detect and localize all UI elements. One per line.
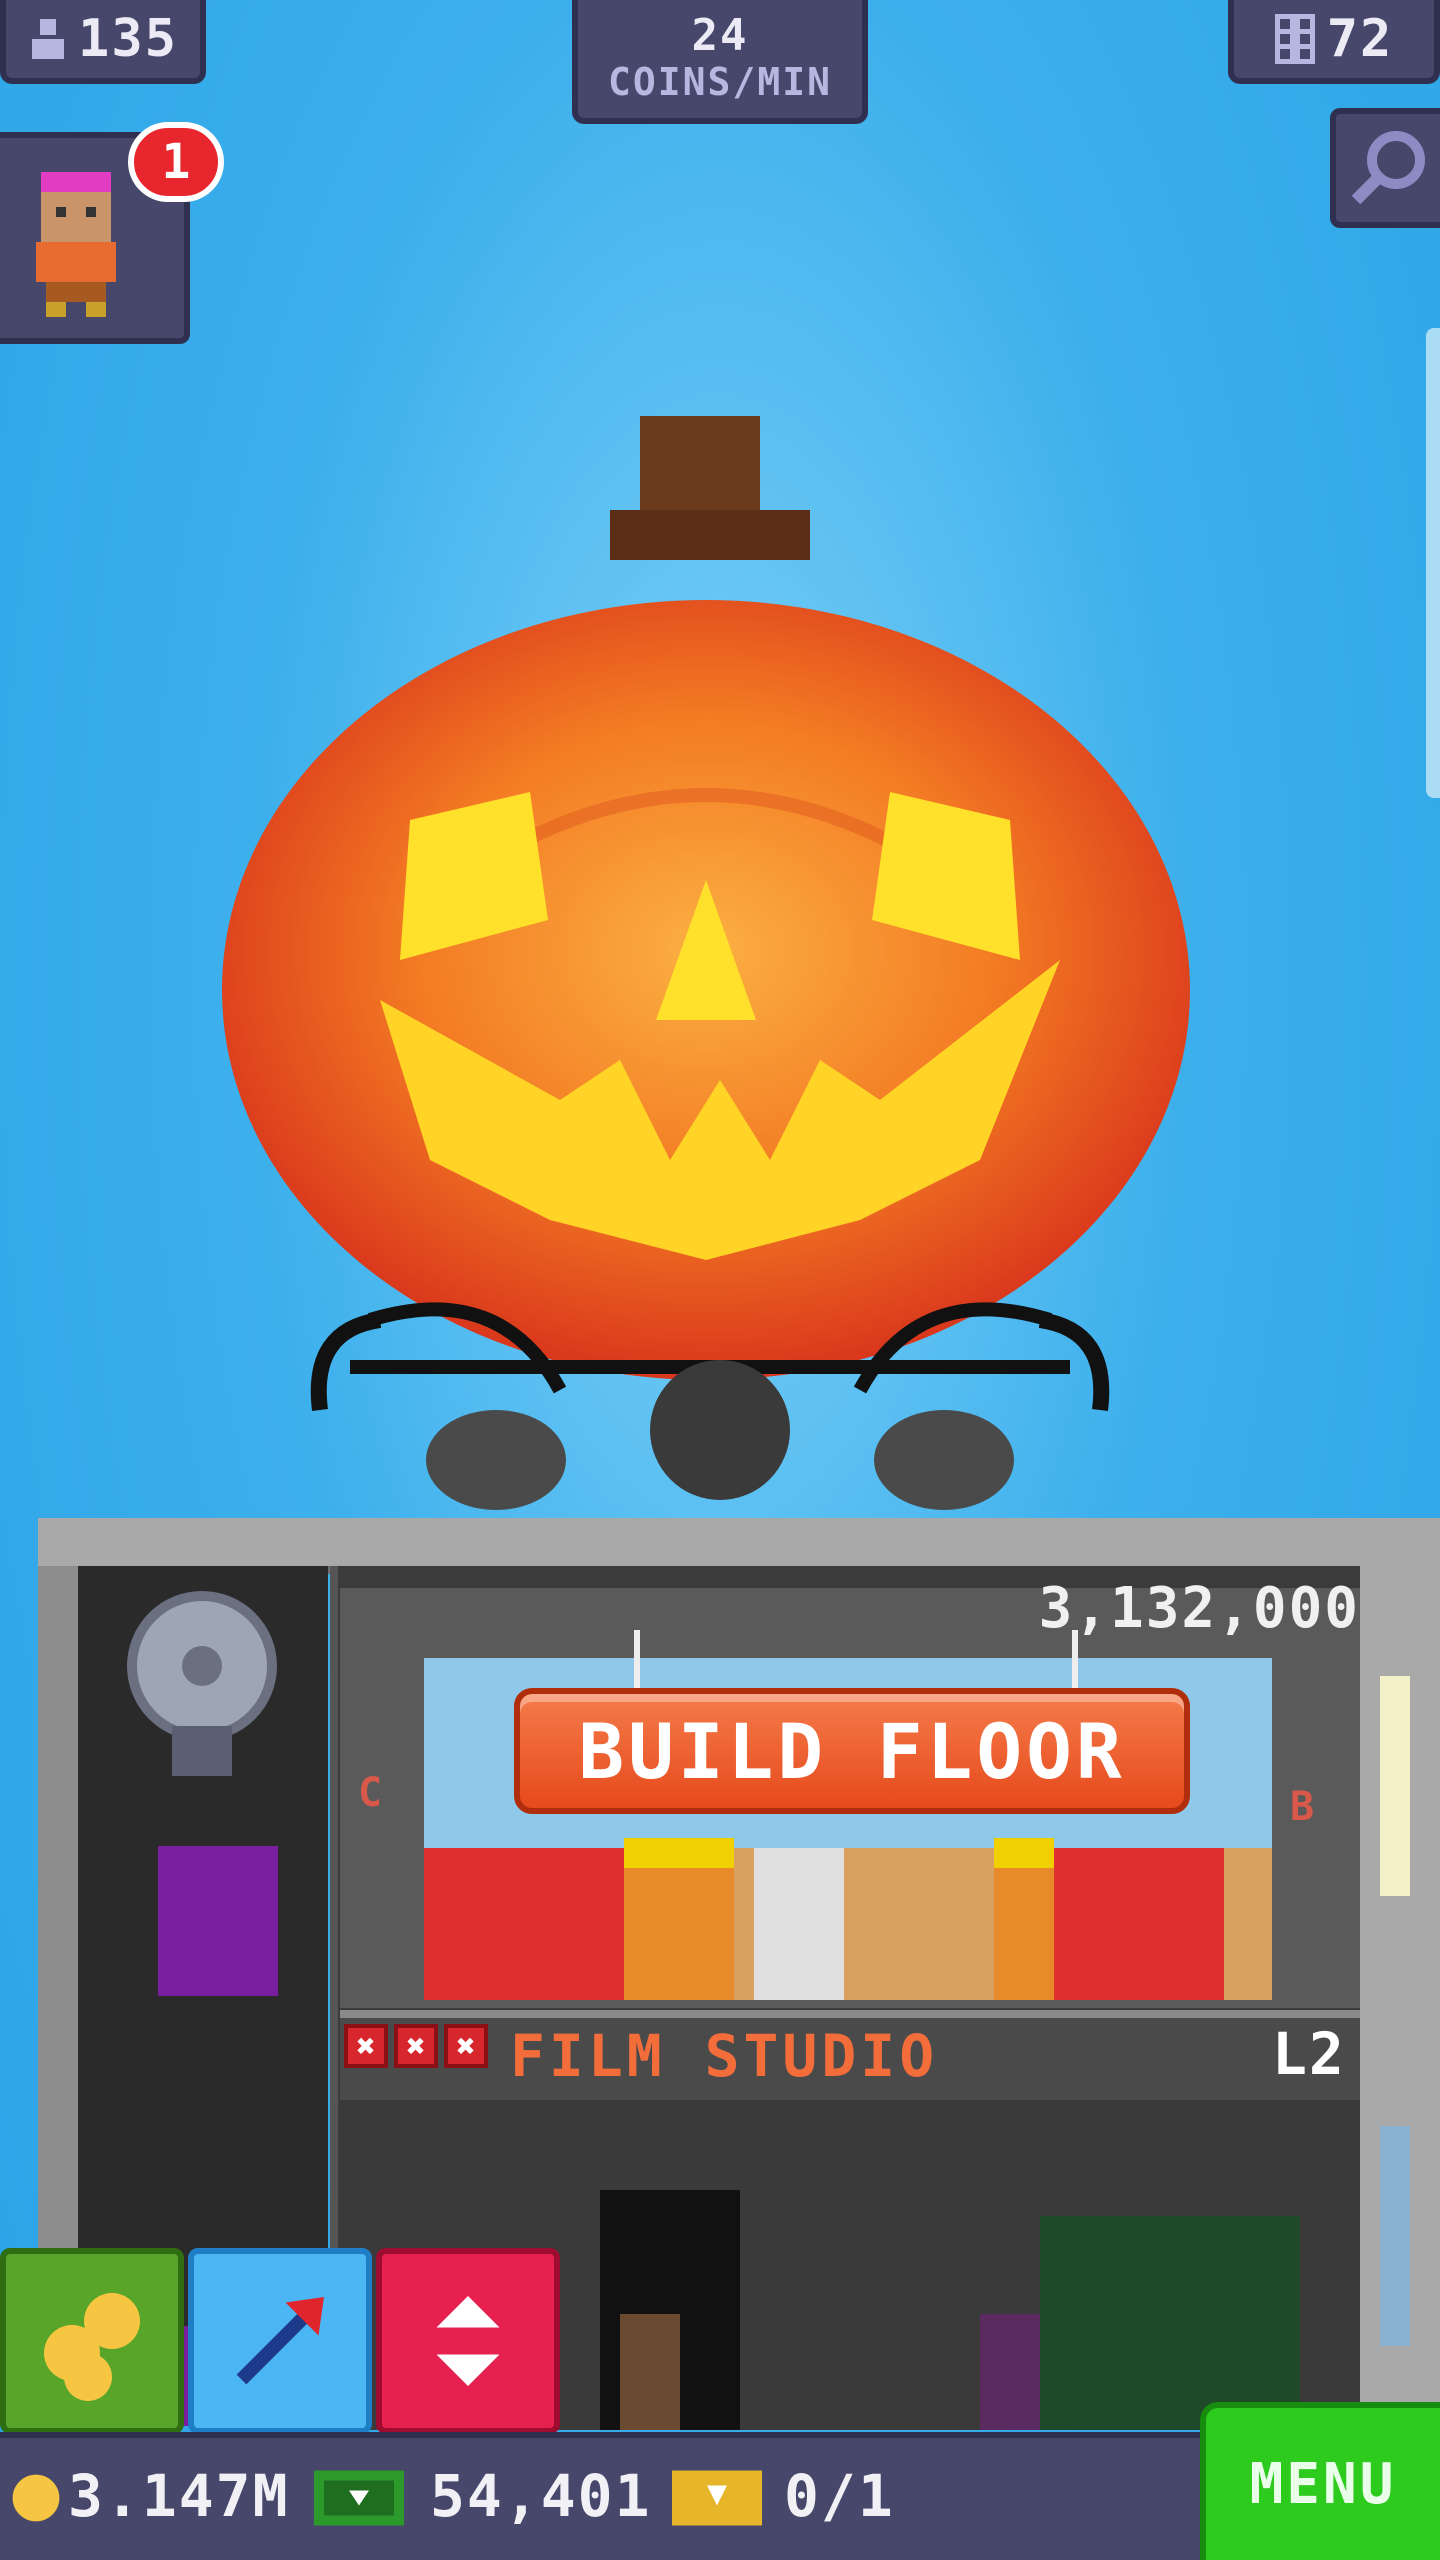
raise-button[interactable] [188,2248,372,2434]
search-button[interactable] [1330,108,1440,228]
bux-icon [314,2470,404,2526]
floor-level: L2 [1272,2020,1346,2088]
empty-star-icon: ✖ [394,2024,438,2068]
ticket-icon [672,2470,762,2526]
person-icon [32,19,65,59]
right-window [1380,1676,1410,1896]
coins-amount: 3.147M [68,2462,290,2530]
population-value: 135 [78,9,178,69]
empty-star-icon: ✖ [344,2024,388,2068]
floor-counter: 72 [1228,0,1440,84]
floor-count-value: 72 [1326,9,1394,69]
coins-per-minute-label: COINS/MIN [608,60,832,104]
empty-star-icon: ✖ [444,2024,488,2068]
floor-price: 3,132,000 [1038,1576,1360,1641]
side-drawer-handle[interactable] [1426,328,1440,798]
elevator-motor-icon [127,1591,277,1776]
studio-greenscreen [1040,2216,1300,2430]
build-floor-button[interactable]: BUILD FLOOR [514,1688,1190,1814]
coins-button[interactable] [0,2248,184,2434]
elevator-updown-icon [436,2296,500,2386]
arrow-icon [236,2297,324,2385]
building-icon [1274,14,1315,64]
bitizen [620,2314,680,2430]
floor-name: FILM STUDIO [510,2022,939,2090]
worker [994,1838,1054,2000]
tickets-amount: 0/1 [784,2462,895,2530]
right-window-lower [1380,2126,1410,2346]
elevator-car[interactable] [158,1846,278,1996]
coins-icon [44,2293,140,2401]
pumpkin-roof-decoration [222,416,1190,1510]
bitizen [980,2314,1040,2430]
elevator-button[interactable] [376,2248,560,2434]
floor-letter-left: C [358,1770,385,1816]
worker [674,1838,734,2000]
magnifier-icon [1351,131,1425,205]
notification-badge: 1 [128,122,224,202]
sign-hook [1072,1630,1078,1690]
construction-crates [424,1848,1272,2000]
menu-button[interactable]: MENU [1200,2402,1440,2560]
coins-per-minute: 24 COINS/MIN [572,0,868,124]
bux-amount: 54,401 [430,2462,652,2530]
tower-right-column [1360,1566,1440,2426]
sign-hook [634,1630,640,1690]
coin-icon [12,2474,60,2522]
floor-stars: ✖ ✖ ✖ [344,2024,488,2068]
population-counter: 135 [0,0,206,84]
floor-letter-right: B [1290,1784,1317,1830]
coins-per-minute-value: 24 [691,10,749,61]
avatar [36,172,116,317]
